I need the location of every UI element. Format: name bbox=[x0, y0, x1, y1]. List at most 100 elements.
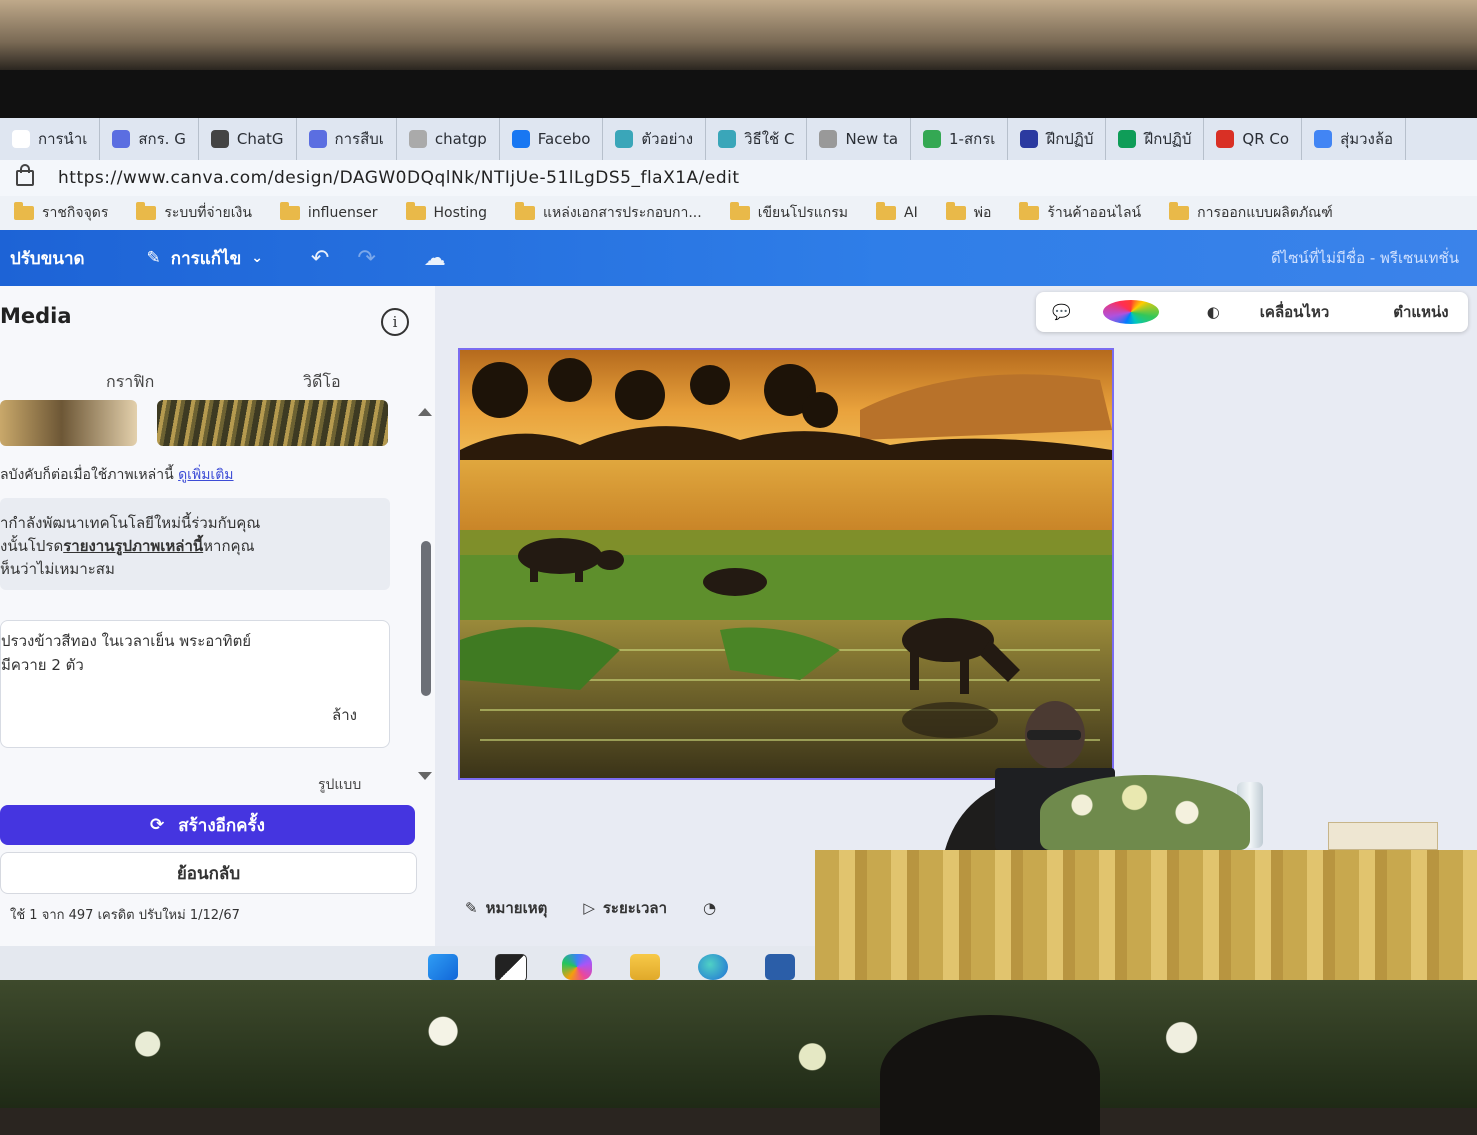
browser-tab[interactable]: Facebo bbox=[500, 118, 604, 160]
tab-label: chatgp bbox=[434, 130, 487, 148]
bookmark-label: influenser bbox=[307, 205, 378, 221]
lock-icon bbox=[16, 164, 34, 186]
duration-button[interactable]: ▷ ระยะเวลา bbox=[583, 896, 667, 920]
tab-label: ตัวอย่าง bbox=[641, 130, 694, 148]
bookmarks-bar: ราชกิจจุดร ระบบที่จ่ายเงิน influenser Hosti… bbox=[0, 196, 1477, 230]
browser-tab[interactable]: วิธีใช้ C bbox=[706, 118, 808, 160]
report-images-link[interactable]: รายงานรูปภาพเหล่านี้ bbox=[63, 537, 203, 555]
animate-button[interactable]: ◐ เคลื่อนไหว bbox=[1175, 300, 1362, 324]
browser-tab[interactable]: chatgp bbox=[397, 118, 500, 160]
tab-label: สุ่มวงล้อ bbox=[1340, 130, 1394, 148]
bookmark-item[interactable]: การออกแบบผลิตภัณฑ์ bbox=[1155, 202, 1347, 224]
result-thumbnail[interactable] bbox=[157, 400, 388, 446]
prompt-textarea[interactable]: ปรวงข้าวสีทอง ในเวลาเย็น พระอาทิตย์ มีคว… bbox=[0, 620, 390, 748]
add-comment-icon[interactable]: 💬 bbox=[1036, 303, 1087, 321]
windows-start-icon[interactable] bbox=[428, 954, 458, 980]
address-bar[interactable]: https://www.canva.com/design/DAGW0DQqlNk… bbox=[0, 160, 1477, 196]
folder-icon bbox=[14, 202, 34, 220]
back-button[interactable]: ย้อนกลับ bbox=[0, 852, 417, 894]
tab-favicon-icon bbox=[408, 130, 427, 148]
browser-tab[interactable]: ฝึกปฏิบั bbox=[1008, 118, 1107, 160]
position-button[interactable]: ตำแหน่ง bbox=[1361, 300, 1477, 324]
browser-tab[interactable]: ChatG bbox=[199, 118, 297, 160]
tab-label: New ta bbox=[845, 130, 899, 148]
tab-label: QR Co bbox=[1242, 130, 1290, 148]
bookmark-label: ราชกิจจุดร bbox=[42, 205, 109, 221]
tab-label: ฝึกปฏิบั bbox=[1144, 130, 1192, 148]
edit-menu-button[interactable]: ✎ การแก้ไข ⌄ bbox=[137, 245, 263, 272]
credits-info: ใช้ 1 จาก 497 เครดิต ปรับใหม่ 1/12/67 bbox=[10, 908, 240, 923]
folder-icon bbox=[136, 202, 157, 220]
undo-icon[interactable]: ↶ bbox=[311, 246, 329, 271]
bookmark-item[interactable]: Hosting bbox=[392, 202, 502, 221]
scroll-up-icon[interactable] bbox=[418, 408, 432, 416]
bookmark-label: ระบบที่จ่ายเงิน bbox=[164, 205, 252, 221]
ai-warning-box: ากำลังพัฒนาเทคโนโลยีใหม่นี้ร่วมกับคุณ งน… bbox=[0, 498, 390, 590]
copilot-icon[interactable] bbox=[562, 954, 592, 980]
regenerate-button[interactable]: ⟳ สร้างอีกครั้ง bbox=[0, 805, 415, 845]
tab-graphics[interactable]: กราฟิก bbox=[106, 370, 154, 395]
bookmark-item[interactable]: AI bbox=[862, 202, 932, 221]
prompt-line: ปรวงข้าวสีทอง ในเวลาเย็น พระอาทิตย์ bbox=[1, 632, 252, 650]
tab-label: การสืบเ bbox=[334, 130, 384, 148]
pencil-icon: ✎ bbox=[146, 248, 161, 268]
tab-label: ChatG bbox=[236, 130, 284, 148]
flower-stage-decoration bbox=[0, 980, 1477, 1108]
learn-more-link[interactable]: ดูเพิ่มเติม bbox=[178, 467, 233, 483]
notes-button[interactable]: ✎ หมายเหตุ bbox=[465, 896, 547, 920]
store-icon[interactable] bbox=[765, 954, 795, 980]
resize-button[interactable]: ปรับขนาด bbox=[0, 245, 85, 272]
bookmark-item[interactable]: เขียนโปรแกรม bbox=[716, 202, 862, 224]
bookmark-item[interactable]: ระบบที่จ่ายเงิน bbox=[122, 202, 266, 224]
browser-tab[interactable]: QR Co bbox=[1204, 118, 1303, 160]
folder-icon bbox=[945, 202, 966, 220]
bookmark-item[interactable]: แหล่งเอกสารประกอบกา... bbox=[501, 202, 716, 224]
bookmark-label: Hosting bbox=[433, 205, 488, 221]
prompt-line: มีควาย 2 ตัว bbox=[1, 656, 84, 674]
file-explorer-icon[interactable] bbox=[630, 954, 660, 980]
tab-favicon-icon bbox=[1020, 130, 1039, 148]
timer-icon[interactable]: ◔ bbox=[703, 896, 716, 920]
folder-icon bbox=[876, 202, 896, 220]
bookmark-item[interactable]: influenser bbox=[266, 202, 392, 221]
browser-tab[interactable]: ตัวอย่าง bbox=[603, 118, 707, 160]
bookmark-label: เขียนโปรแกรม bbox=[757, 205, 848, 221]
task-view-icon[interactable] bbox=[495, 954, 527, 982]
tab-video[interactable]: วิดีโอ bbox=[303, 370, 341, 395]
panel-scrollbar[interactable] bbox=[421, 541, 431, 696]
info-icon[interactable]: i bbox=[381, 308, 409, 336]
redo-icon[interactable]: ↷ bbox=[357, 246, 375, 271]
browser-tab[interactable]: 1-สกรเ bbox=[911, 118, 1009, 160]
duration-label: ระยะเวลา bbox=[602, 899, 667, 917]
bookmark-item[interactable]: พ่อ bbox=[932, 202, 1006, 224]
canva-top-bar: ปรับขนาด ✎ การแก้ไข ⌄ ↶ ↷ ☁ ดีไซน์ที่ไม่… bbox=[0, 230, 1477, 286]
color-button[interactable] bbox=[1087, 300, 1175, 324]
browser-tab[interactable]: สุ่มวงล้อ bbox=[1302, 118, 1407, 160]
tab-favicon-icon bbox=[1118, 130, 1137, 148]
bottom-toolbar: ✎ หมายเหตุ ▷ ระยะเวลา ◔ bbox=[465, 896, 716, 920]
browser-tab[interactable]: ฝึกปฏิบั bbox=[1106, 118, 1205, 160]
browser-tab[interactable]: การนำเ bbox=[0, 118, 101, 160]
audience-head bbox=[880, 1015, 1100, 1135]
edge-browser-icon[interactable] bbox=[698, 954, 728, 980]
clear-button[interactable]: ล้าง bbox=[332, 703, 357, 727]
tab-favicon-icon bbox=[12, 130, 30, 148]
cloud-saved-icon[interactable]: ☁ bbox=[424, 246, 446, 271]
result-thumbnail[interactable] bbox=[0, 400, 137, 446]
chevron-down-icon: ⌄ bbox=[251, 250, 263, 266]
refresh-icon: ⟳ bbox=[150, 815, 165, 835]
bookmark-item[interactable]: ร้านค้าออนไลน์ bbox=[1005, 202, 1155, 224]
bookmark-item[interactable]: ราชกิจจุดร bbox=[0, 202, 122, 224]
tab-label: Facebo bbox=[537, 130, 591, 148]
name-plate bbox=[1328, 822, 1438, 850]
scroll-down-icon[interactable] bbox=[418, 772, 432, 780]
tab-label: วิธีใช้ C bbox=[744, 130, 795, 148]
browser-tab[interactable]: การสืบเ bbox=[297, 118, 397, 160]
design-title[interactable]: ดีไซน์ที่ไม่มีชื่อ - พรีเซนเทชั่น bbox=[1271, 246, 1459, 270]
folder-icon bbox=[515, 202, 536, 220]
browser-tab[interactable]: สกร. G bbox=[100, 118, 199, 160]
warning-line: ากำลังพัฒนาเทคโนโลยีใหม่นี้ร่วมกับคุณ bbox=[0, 514, 261, 532]
browser-tab[interactable]: New ta bbox=[807, 118, 912, 160]
regenerate-label: สร้างอีกครั้ง bbox=[178, 815, 265, 836]
url-text[interactable]: https://www.canva.com/design/DAGW0DQqlNk… bbox=[58, 168, 740, 188]
